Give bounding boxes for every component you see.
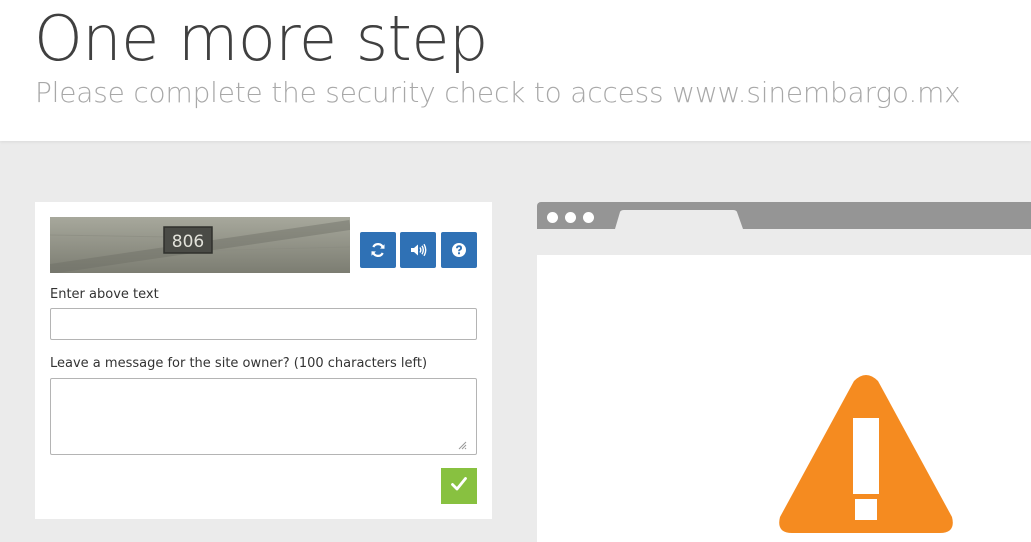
browser-tab-icon [615,210,743,234]
message-label: Leave a message for the site owner? (100… [50,356,428,371]
help-icon [452,243,466,257]
submit-button[interactable] [441,468,477,504]
audio-captcha-button[interactable] [400,232,436,268]
captcha-text-input[interactable] [50,308,477,340]
captcha-text: 806 [172,232,204,252]
window-dot-icon [547,212,558,223]
resize-grip-icon[interactable] [457,437,467,450]
browser-illustration-bar [537,202,1031,229]
refresh-captcha-button[interactable] [360,232,396,268]
window-dot-icon [565,212,576,223]
message-textarea[interactable] [50,378,477,455]
captcha-image: 806 [50,217,350,273]
enter-text-label: Enter above text [50,287,159,302]
captcha-card: 806 Enter above text Leave a message for… [35,202,492,519]
checkmark-icon [451,476,467,496]
audio-icon [409,242,427,258]
page-title: One more step [34,2,488,75]
window-dot-icon [583,212,594,223]
refresh-icon [370,242,386,258]
help-captcha-button[interactable] [441,232,477,268]
page-subtitle: Please complete the security check to ac… [35,76,961,109]
browser-illustration-window [537,255,1031,542]
warning-icon [776,375,956,540]
header: One more step Please complete the securi… [0,0,1031,141]
